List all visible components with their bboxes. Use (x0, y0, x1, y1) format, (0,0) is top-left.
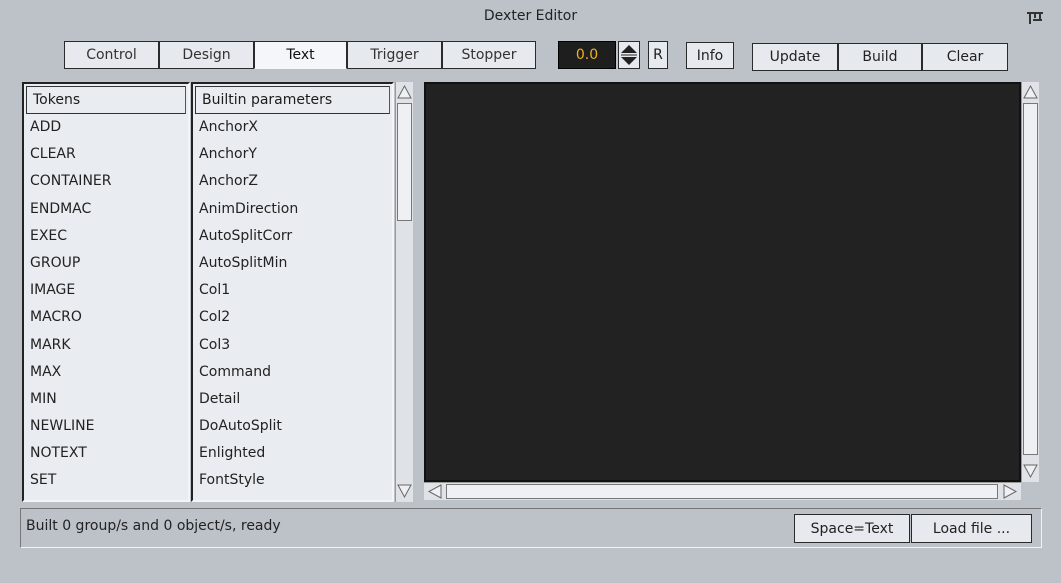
builtin-vertical-scrollbar[interactable] (395, 82, 413, 502)
pin-icon[interactable] (1025, 9, 1045, 27)
update-button[interactable]: Update (752, 43, 838, 71)
load-file-button[interactable]: Load file ... (911, 514, 1032, 543)
status-text: Built 0 group/s and 0 object/s, ready (26, 518, 281, 534)
builtin-parameter-list-item[interactable]: Col2 (193, 304, 392, 331)
tokens-header[interactable]: Tokens (26, 86, 186, 114)
tokens-items: ADD CLEAR CONTAINER ENDMAC EXEC GROUP IMAGE MAC… (24, 114, 188, 495)
editor-scroll-down-arrow-icon[interactable] (1022, 462, 1039, 480)
tab-control-label: Control (86, 47, 137, 63)
scroll-left-arrow-icon[interactable] (426, 483, 444, 500)
token-list-item[interactable]: NEWLINE (24, 413, 188, 440)
builtin-parameter-list-item[interactable]: AutoSplitMin (193, 250, 392, 277)
token-list-item[interactable]: SET (24, 467, 188, 494)
builtin-parameter-list-item[interactable]: FontStyle (193, 467, 392, 494)
tokens-list[interactable]: Tokens ADD CLEAR CONTAINER ENDMAC EXEC GROUP I… (22, 82, 190, 502)
builtin-parameter-list-item[interactable]: Col3 (193, 332, 392, 359)
value-field[interactable]: 0.0 (558, 41, 616, 69)
build-button[interactable]: Build (838, 43, 922, 71)
scroll-right-arrow-icon[interactable] (1001, 483, 1019, 500)
builtin-parameters-list[interactable]: Builtin parameters AnchorX AnchorY AnchorZ… (191, 82, 394, 502)
editor-hscroll-thumb[interactable] (446, 484, 998, 499)
builtin-header[interactable]: Builtin parameters (195, 86, 390, 114)
builtin-parameter-list-item[interactable]: Command (193, 359, 392, 386)
token-list-item[interactable]: ENDMAC (24, 196, 188, 223)
token-list-item[interactable]: CLEAR (24, 141, 188, 168)
token-list-item[interactable]: MARK (24, 332, 188, 359)
editor-scroll-up-arrow-icon[interactable] (1022, 83, 1039, 101)
builtin-parameter-list-item[interactable]: DoAutoSplit (193, 413, 392, 440)
clear-button[interactable]: Clear (922, 43, 1008, 71)
tab-trigger-label: Trigger (370, 47, 419, 63)
builtin-scroll-thumb[interactable] (397, 103, 412, 221)
builtin-parameter-list-item[interactable]: Enlighted (193, 440, 392, 467)
token-list-item[interactable]: NOTEXT (24, 440, 188, 467)
editor-vscroll-thumb[interactable] (1023, 103, 1038, 455)
token-list-item[interactable]: MAX (24, 359, 188, 386)
tab-design-label: Design (182, 47, 231, 63)
window-title: Dexter Editor (483, 8, 578, 24)
builtin-parameter-list-item[interactable]: AnimDirection (193, 196, 392, 223)
tab-stopper[interactable]: Stopper (442, 41, 536, 69)
scroll-down-arrow-icon[interactable] (396, 482, 413, 500)
space-text-button[interactable]: Space=Text (794, 514, 910, 543)
builtin-parameter-list-item[interactable]: AnchorY (193, 141, 392, 168)
token-list-item[interactable]: EXEC (24, 223, 188, 250)
builtin-items: AnchorX AnchorY AnchorZ AnimDirection AutoSp… (193, 114, 392, 495)
tab-text[interactable]: Text (254, 41, 347, 69)
token-list-item[interactable]: MIN (24, 386, 188, 413)
builtin-parameter-list-item[interactable]: Col1 (193, 277, 392, 304)
editor-horizontal-scrollbar[interactable] (424, 482, 1021, 500)
reset-button[interactable]: R (648, 41, 668, 69)
tab-stopper-label: Stopper (461, 47, 517, 63)
tab-trigger[interactable]: Trigger (347, 41, 442, 69)
token-list-item[interactable]: GROUP (24, 250, 188, 277)
tab-control[interactable]: Control (64, 41, 159, 69)
token-list-item[interactable]: IMAGE (24, 277, 188, 304)
editor-vertical-scrollbar[interactable] (1021, 82, 1039, 482)
builtin-parameter-list-item[interactable]: Detail (193, 386, 392, 413)
info-button[interactable]: Info (686, 42, 734, 69)
tab-text-label: Text (286, 47, 315, 63)
builtin-parameter-list-item[interactable]: AnchorZ (193, 168, 392, 195)
builtin-parameter-list-item[interactable]: AutoSplitCorr (193, 223, 392, 250)
builtin-parameter-list-item[interactable]: AnchorX (193, 114, 392, 141)
spinner-arrows-icon[interactable] (618, 41, 640, 69)
token-list-item[interactable]: ADD (24, 114, 188, 141)
tab-design[interactable]: Design (159, 41, 254, 69)
token-list-item[interactable]: CONTAINER (24, 168, 188, 195)
text-editor-area[interactable] (424, 82, 1021, 482)
token-list-item[interactable]: MACRO (24, 304, 188, 331)
scroll-up-arrow-icon[interactable] (396, 83, 413, 101)
